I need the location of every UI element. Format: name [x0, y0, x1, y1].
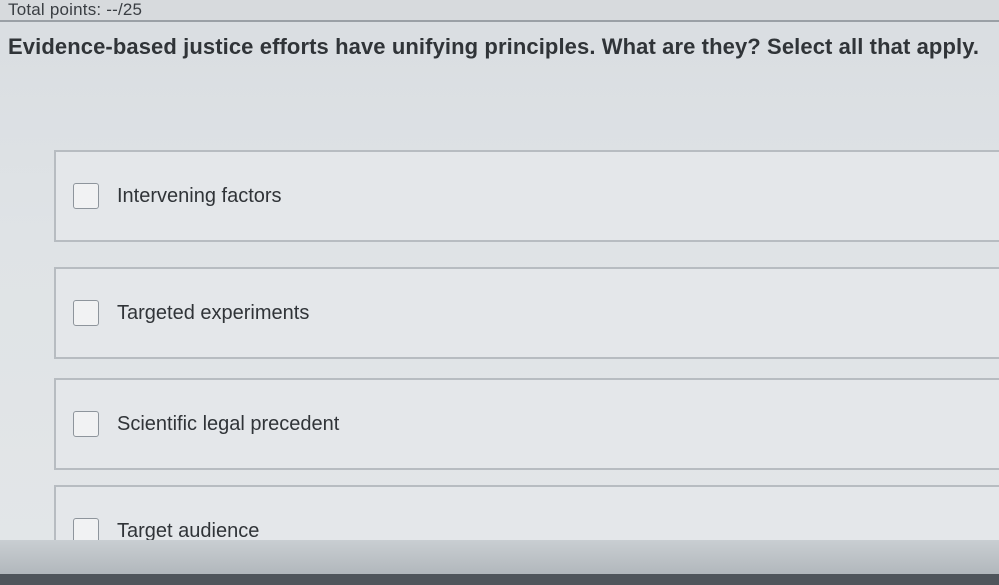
option-targeted-experiments[interactable]: Targeted experiments — [54, 267, 999, 359]
option-label: Intervening factors — [117, 184, 282, 207]
question-prompt: Evidence-based justice efforts have unif… — [8, 34, 980, 59]
total-points: Total points: --/25 — [8, 0, 143, 19]
checkbox[interactable] — [73, 411, 99, 437]
screen-bezel — [0, 574, 999, 585]
checkbox[interactable] — [73, 183, 99, 209]
option-intervening-factors[interactable]: Intervening factors — [54, 150, 999, 242]
option-label: Targeted experiments — [117, 301, 310, 324]
checkbox[interactable] — [73, 300, 99, 326]
header-bar: Total points: --/25 — [0, 0, 999, 22]
option-label: Scientific legal precedent — [117, 412, 340, 435]
option-scientific-legal-precedent[interactable]: Scientific legal precedent — [54, 378, 999, 470]
